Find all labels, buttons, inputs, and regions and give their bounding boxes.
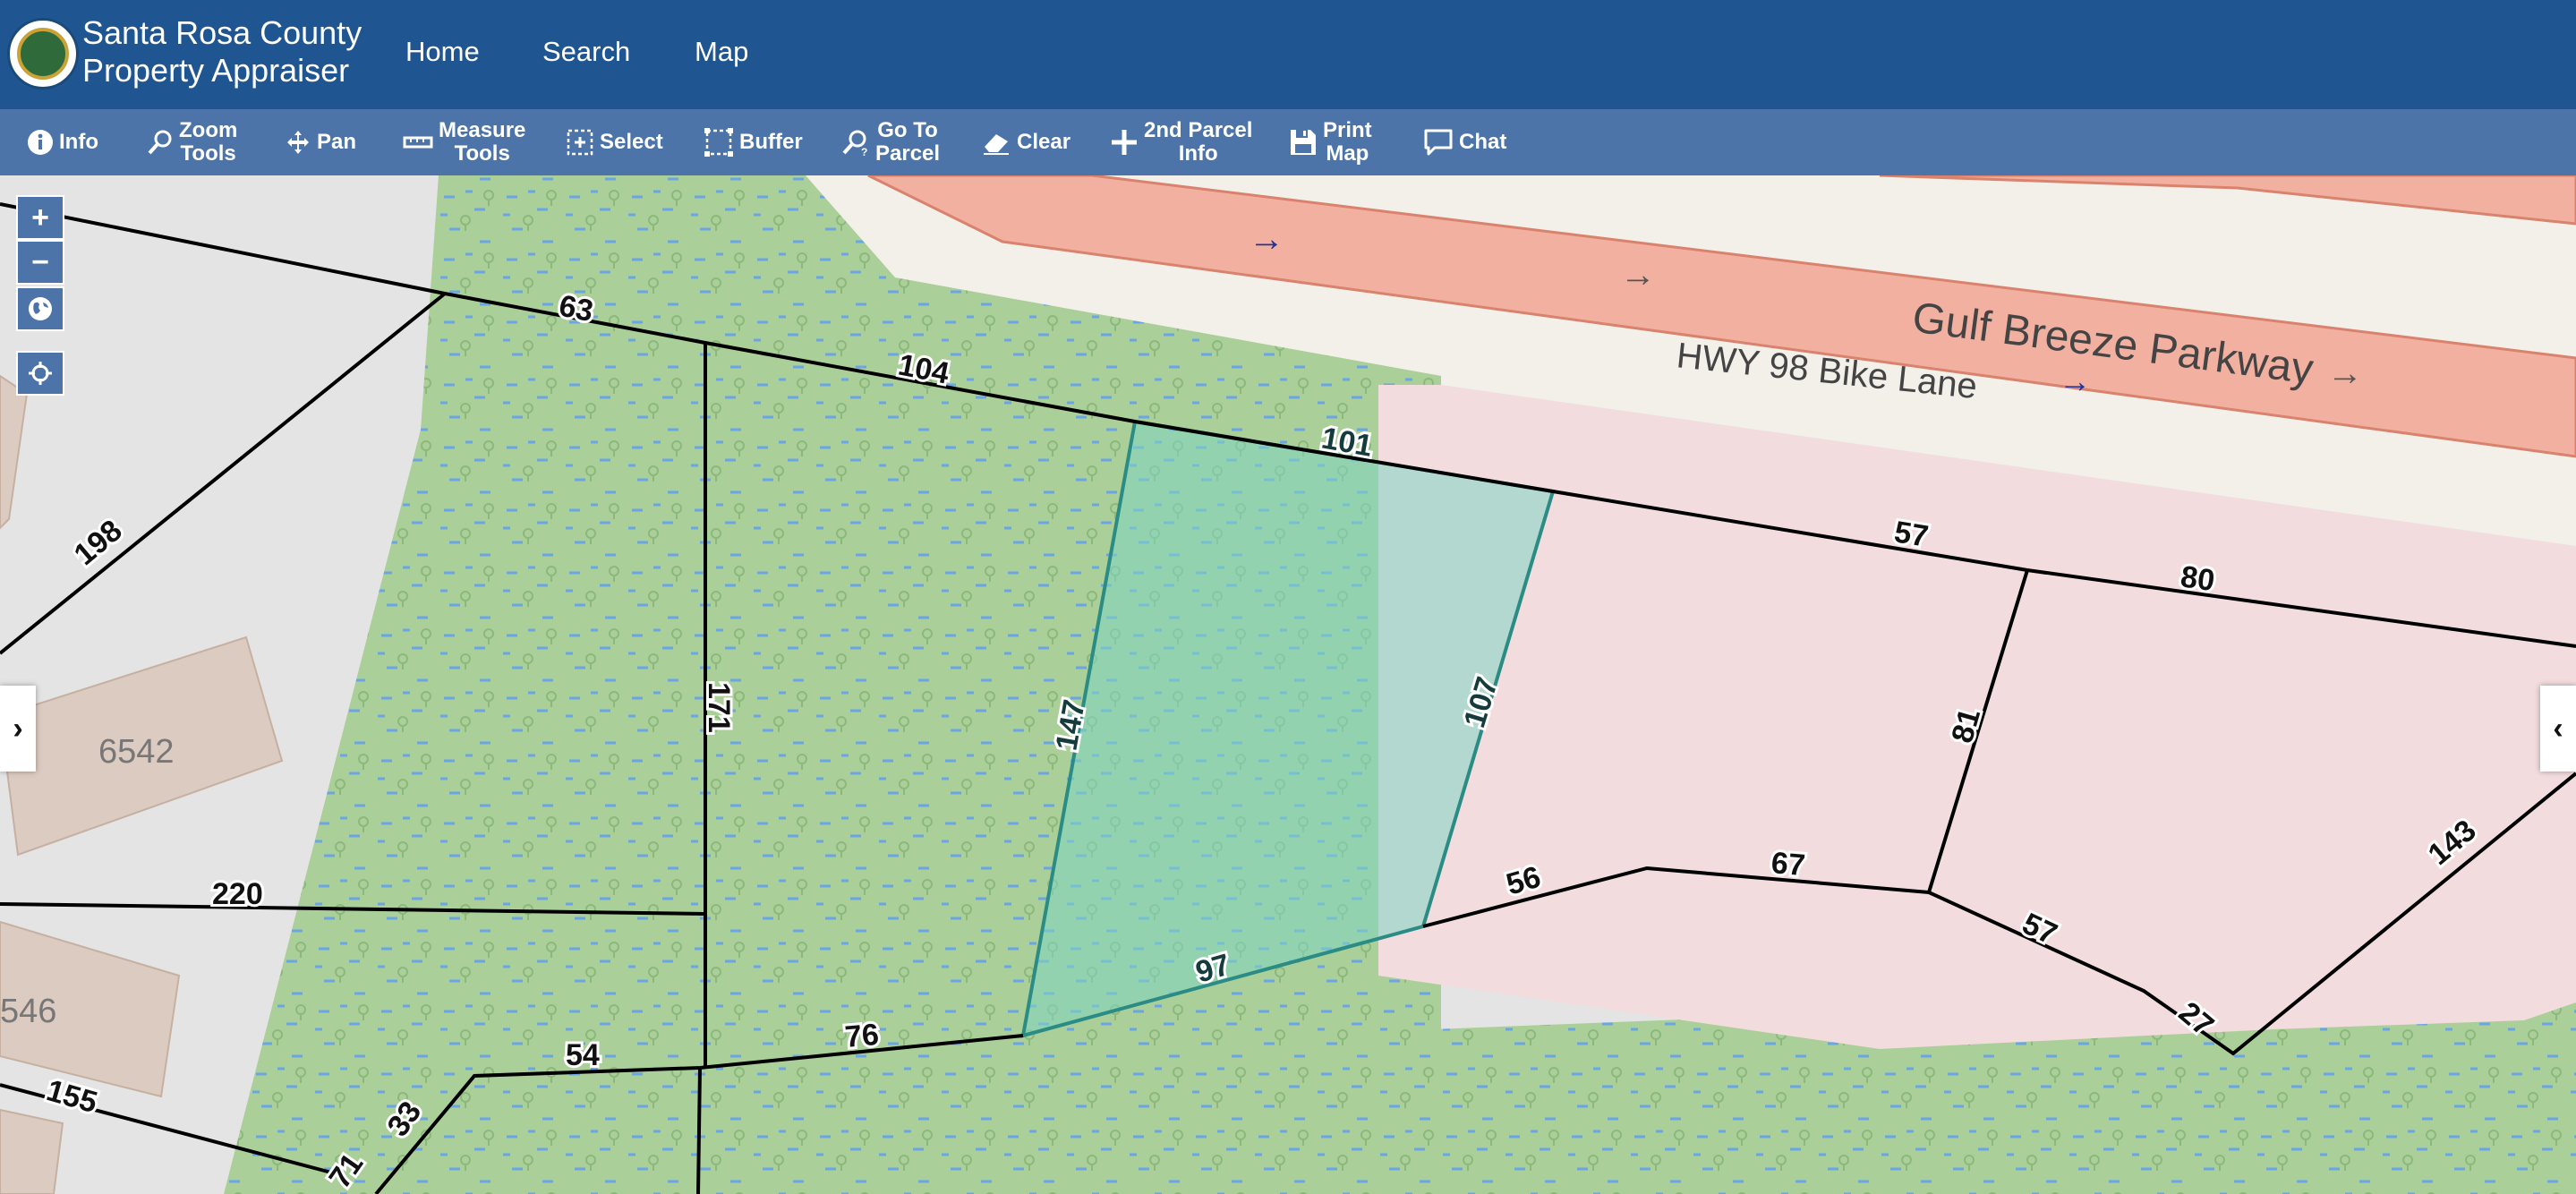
chevron-right-icon: › [13,711,23,746]
address-label-546: 546 [0,993,56,1030]
address-label-6542: 6542 [98,733,175,771]
pan-label: Pan [317,130,357,154]
eraser-icon [984,134,1009,155]
dimension-label: 57 [1892,515,1931,553]
select-button[interactable]: Select [566,109,663,175]
locate-button[interactable] [16,351,64,396]
building-sw [0,1108,64,1194]
measure-label-2: Tools [454,141,510,166]
measure-tools-button[interactable]: Measure Tools [403,109,525,175]
search-parcel-icon: ? [842,130,867,157]
arrow-east-icon: → [2327,354,2363,393]
magnifier-icon [148,130,172,155]
zoom-label-1: Zoom [179,118,238,142]
left-panel-toggle[interactable]: › [0,686,36,772]
buffer-label: Buffer [739,130,803,154]
info-icon [28,130,53,155]
brand-line-2: Property Appraiser [82,52,350,89]
crosshair-icon [29,362,52,385]
second-parcel-info-button[interactable]: 2nd Parcel Info [1110,109,1252,175]
chat-button[interactable]: Chat [1423,109,1506,175]
info-label: Info [59,130,98,154]
arrow-east-icon-4: → [2059,362,2091,399]
nav-home[interactable]: Home [405,36,480,68]
nav-search[interactable]: Search [542,36,630,68]
map-canvas[interactable]: Gulf Breeze Parkway → → → → HWY 98 Bike … [0,175,2576,1194]
buffer-icon [704,128,733,157]
measure-label-1: Measure [439,118,526,142]
right-panel-toggle[interactable]: ‹ [2540,686,2576,772]
plus-icon [1112,130,1137,155]
buffer-button[interactable]: Buffer [704,109,803,175]
globe-icon [29,297,52,320]
arrow-east-icon-3: → [1249,219,1284,259]
dimension-label: 171 [702,682,736,733]
county-seal-logo[interactable] [7,18,79,90]
clear-label: Clear [1017,130,1071,154]
dimension-label: 76 [843,1018,880,1054]
goto-label-2: Parcel [875,141,941,166]
map-view[interactable]: Gulf Breeze Parkway → → → → HWY 98 Bike … [0,175,2576,1194]
dimension-label: 63 [556,289,595,329]
map-toolbar: Info Zoom Tools Pan Measure Tools Select B… [0,109,2576,175]
full-extent-button[interactable] [16,286,64,331]
ruler-icon [403,136,433,149]
zoom-label-2: Tools [180,141,236,166]
parcel2-label-1: 2nd Parcel [1144,118,1253,142]
chat-bubble-icon [1424,129,1453,156]
info-button[interactable]: Info [27,109,98,175]
dimension-label: 220 [212,877,263,911]
print-map-button[interactable]: Print Map [1289,109,1372,175]
clear-button[interactable]: Clear [981,109,1070,175]
parcel2-label-2: Info [1178,141,1218,166]
brand-title[interactable]: Santa Rosa County Property Appraiser [82,14,362,90]
goto-label-1: Go To [877,118,938,142]
select-box-icon [567,129,593,156]
print-label-1: Print [1323,118,1372,142]
nav-map[interactable]: Map [695,36,748,68]
zoom-in-button[interactable]: + [16,195,64,240]
svg-text:?: ? [861,146,867,157]
pan-button[interactable]: Pan [285,109,356,175]
arrow-east-icon-2: → [1620,255,1656,294]
zoom-out-button[interactable]: − [16,240,64,285]
move-arrows-icon [287,131,309,154]
go-to-parcel-button[interactable]: ? Go To Parcel [841,109,940,175]
dimension-label: 54 [566,1038,600,1072]
select-label: Select [600,130,663,154]
floppy-disk-icon [1291,130,1316,155]
app-header: Santa Rosa County Property Appraiser Hom… [0,0,2576,109]
dimension-label: 80 [2179,559,2217,598]
zoom-tools-button[interactable]: Zoom Tools [147,109,237,175]
chat-label: Chat [1459,130,1507,154]
chevron-left-icon: ‹ [2553,711,2563,746]
dimension-label: 67 [1770,846,1806,883]
print-label-2: Map [1326,141,1369,166]
brand-line-1: Santa Rosa County [82,14,363,51]
